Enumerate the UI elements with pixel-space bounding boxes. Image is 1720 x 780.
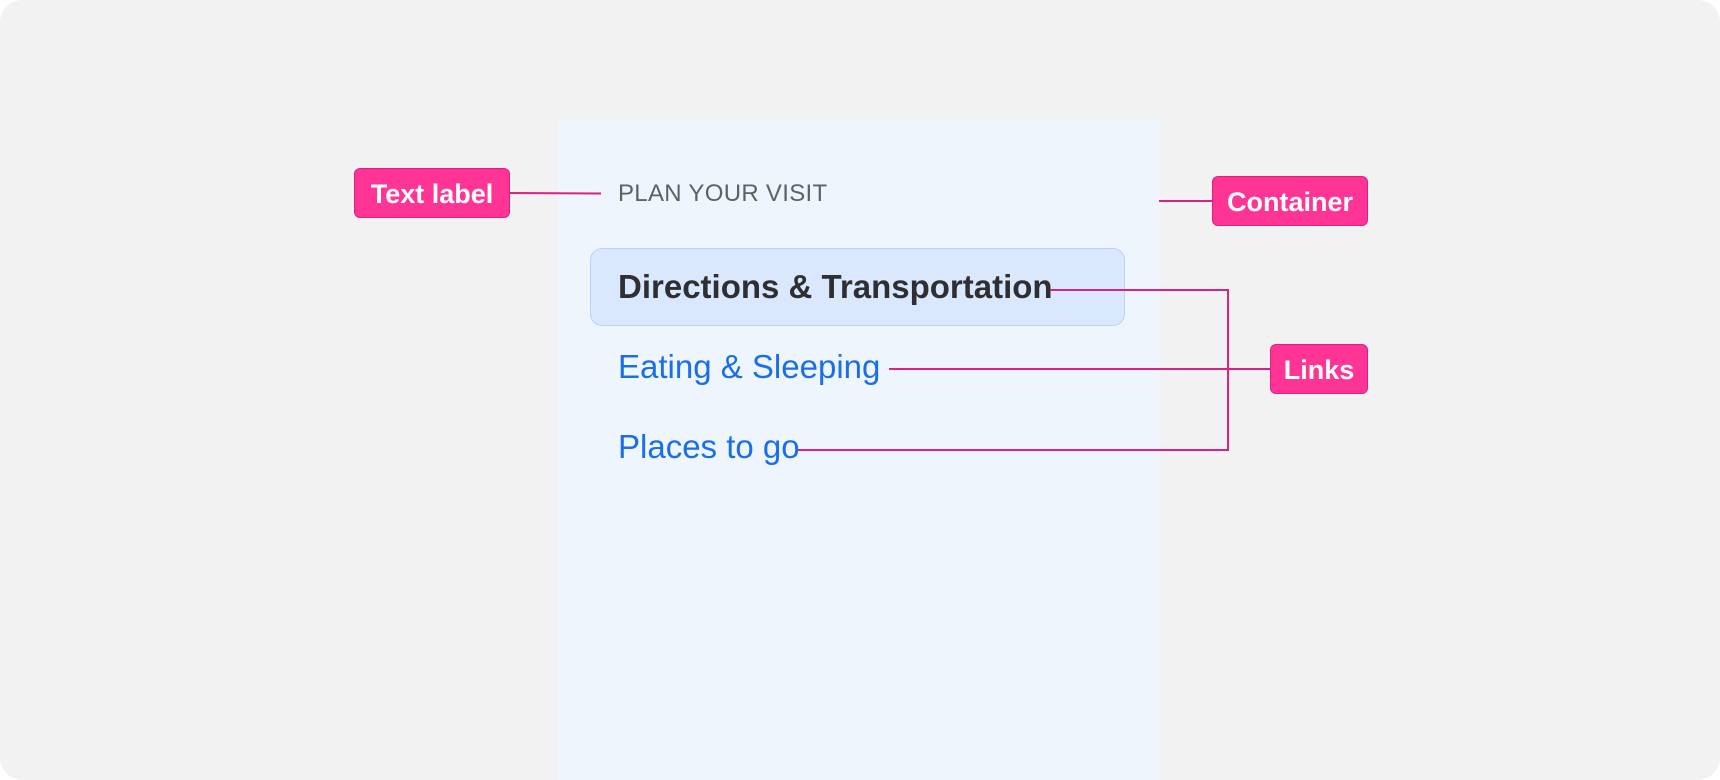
- text-label-annotation: Text label: [354, 168, 510, 218]
- canvas: PLAN YOUR VISIT Directions & Transportat…: [0, 0, 1720, 780]
- nav-link-places[interactable]: Places to go: [618, 428, 800, 466]
- links-annotation: Links: [1270, 344, 1368, 394]
- nav-link-directions[interactable]: Directions & Transportation: [618, 268, 1053, 306]
- nav-link-eating-sleeping[interactable]: Eating & Sleeping: [618, 348, 880, 386]
- section-heading: PLAN YOUR VISIT: [618, 180, 828, 207]
- container-annotation: Container: [1212, 176, 1368, 226]
